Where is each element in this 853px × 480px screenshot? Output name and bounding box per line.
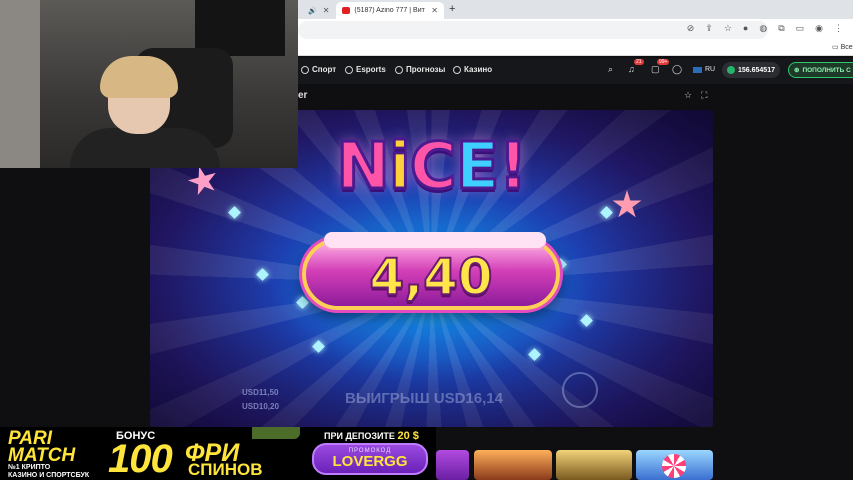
balance-display[interactable]: 156.654517 bbox=[722, 62, 780, 78]
notification-badge: 21 bbox=[634, 59, 644, 65]
game-thumbnail[interactable] bbox=[474, 450, 552, 480]
frosting-decoration bbox=[324, 232, 546, 248]
mic-icon[interactable]: ● bbox=[743, 23, 748, 34]
game-thumbnail[interactable] bbox=[636, 450, 713, 480]
game-thumbnail[interactable] bbox=[556, 450, 632, 480]
balance-value: 156.654517 bbox=[738, 66, 775, 74]
menu-icon[interactable]: ⋮ bbox=[834, 23, 843, 34]
webcam-background-door bbox=[0, 0, 40, 168]
parimatch-logo: PARI MATCH bbox=[8, 428, 76, 466]
esports-icon bbox=[345, 65, 353, 74]
nav-esports[interactable]: Esports bbox=[345, 65, 386, 74]
deposit-condition-text: ПРИ ДЕПОЗИТЕ bbox=[324, 431, 395, 441]
headline-letter: N bbox=[335, 129, 392, 206]
webcam-overlay bbox=[0, 0, 298, 168]
deposit-condition-amount: 20 $ bbox=[397, 430, 419, 442]
extension-icon[interactable]: ◍ bbox=[759, 23, 767, 34]
puzzle-icon[interactable]: ⧉ bbox=[778, 23, 784, 34]
headline-letter: C bbox=[408, 129, 458, 206]
bonus-word-2: СПИНОВ bbox=[188, 460, 263, 479]
speaker-icon: 🔊 bbox=[308, 7, 317, 15]
plus-icon: ⊕ bbox=[794, 67, 800, 74]
webcam-person-body bbox=[70, 128, 220, 168]
nav-sport[interactable]: Спорт bbox=[301, 65, 336, 74]
deposit-button[interactable]: ⊕ ПОПОЛНИТЬ С bbox=[788, 62, 853, 78]
promo-banner[interactable]: PARI MATCH №1 КРИПТО КАЗИНО И СПОРТСБУК … bbox=[0, 427, 436, 480]
underlay-win-text: ВЫИГРЫШ USD16,14 bbox=[345, 390, 503, 407]
toolbar-icons: ⊘ ⇪ ☆ ● ◍ ⧉ ▭ ◉ ⋮ bbox=[687, 23, 843, 34]
nav-casino[interactable]: Казино bbox=[453, 65, 492, 74]
bell-icon[interactable]: ♫ 21 bbox=[628, 59, 644, 74]
message-badge: 99+ bbox=[657, 59, 670, 65]
tab-title: (5187) Azino 777 | Вита АК-47 bbox=[354, 7, 425, 14]
language-selector[interactable]: RU bbox=[693, 66, 715, 73]
coin-icon bbox=[727, 66, 735, 74]
close-tab-icon[interactable]: ✕ bbox=[431, 6, 438, 15]
forecast-icon bbox=[395, 65, 403, 74]
youtube-icon bbox=[342, 7, 351, 14]
bookmark-folder-label: Все bbox=[840, 44, 853, 51]
lollipop-icon bbox=[662, 454, 686, 478]
star-icon[interactable]: ☆ bbox=[724, 23, 732, 34]
win-amount: 4,40 bbox=[368, 247, 493, 307]
webcam-person-hair bbox=[100, 56, 178, 98]
promo-code-box[interactable]: ПРОМОКОД LOVERGG bbox=[312, 443, 428, 475]
underlay-bet-1: USD11,50 bbox=[242, 388, 279, 397]
reading-list-icon[interactable]: ▭ bbox=[796, 23, 805, 34]
game-thumbnail[interactable] bbox=[436, 450, 469, 480]
search-icon[interactable]: ⌕ bbox=[608, 64, 613, 75]
win-amount-pill: 4,40 bbox=[302, 232, 560, 310]
share-icon[interactable]: ⇪ bbox=[705, 23, 713, 34]
close-tab-icon[interactable]: ✕ bbox=[323, 6, 330, 15]
fullscreen-icon[interactable]: ⛶ bbox=[701, 90, 707, 101]
spin-button[interactable] bbox=[562, 372, 598, 408]
nav-casino-label: Казино bbox=[464, 65, 493, 74]
nav-esports-label: Esports bbox=[356, 65, 386, 74]
promo-code-value: LOVERGG bbox=[332, 453, 408, 470]
browser-tab-audio[interactable]: 🔊 ✕ bbox=[298, 2, 336, 19]
language-label: RU bbox=[705, 66, 716, 73]
bookmark-folder[interactable]: ▭ Все bbox=[832, 43, 853, 51]
game-header-icons: ☆ ⛶ bbox=[684, 90, 707, 101]
nav-forecasts-label: Прогнозы bbox=[406, 65, 446, 74]
profile-icon[interactable]: ◉ bbox=[815, 23, 823, 34]
casino-icon bbox=[453, 65, 461, 74]
underlay-bet-2: USD10,20 bbox=[242, 402, 279, 411]
headline-letter: E bbox=[454, 129, 501, 206]
user-icon[interactable]: ◯ bbox=[672, 64, 682, 75]
eye-off-icon[interactable]: ⊘ bbox=[687, 23, 695, 34]
headline-letter: i bbox=[387, 129, 412, 206]
game-title: er bbox=[298, 90, 308, 101]
flag-icon bbox=[693, 66, 702, 73]
headline-letter: ! bbox=[497, 129, 529, 206]
deposit-condition: ПРИ ДЕПОЗИТЕ 20 $ bbox=[324, 430, 419, 442]
new-tab-button[interactable]: + bbox=[449, 3, 455, 15]
banner-accent bbox=[252, 427, 300, 439]
deposit-label: ПОПОЛНИТЬ С bbox=[802, 66, 851, 74]
sport-icon bbox=[301, 65, 309, 74]
chat-icon[interactable]: ▢ 99+ bbox=[651, 59, 670, 75]
screen: 🔊 ✕ (5187) Azino 777 | Вита АК-47 ✕ + ⊘ … bbox=[0, 0, 853, 480]
nav-sport-label: Спорт bbox=[312, 65, 337, 74]
nav-forecasts[interactable]: Прогнозы bbox=[395, 65, 445, 74]
favorite-star-icon[interactable]: ☆ bbox=[684, 90, 692, 101]
browser-tab-active[interactable]: (5187) Azino 777 | Вита АК-47 ✕ bbox=[336, 2, 444, 19]
bonus-amount: 100 bbox=[108, 437, 173, 480]
parimatch-tagline: №1 КРИПТО КАЗИНО И СПОРТСБУК bbox=[8, 464, 90, 479]
